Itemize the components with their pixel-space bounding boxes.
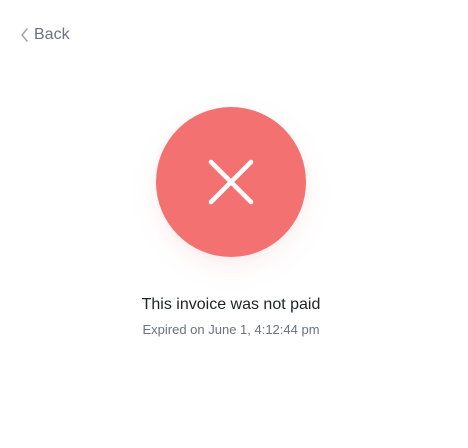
invoice-status-page: Back This invoice was not paid Expired o…	[0, 0, 468, 448]
back-label: Back	[34, 26, 70, 43]
expiry-timestamp: Expired on June 1, 4:12:44 pm	[142, 322, 320, 337]
status-title: This invoice was not paid	[141, 296, 321, 313]
failed-status-badge	[156, 107, 306, 257]
back-button[interactable]: Back	[20, 25, 70, 45]
chevron-left-icon	[20, 27, 30, 43]
close-icon	[208, 159, 254, 205]
